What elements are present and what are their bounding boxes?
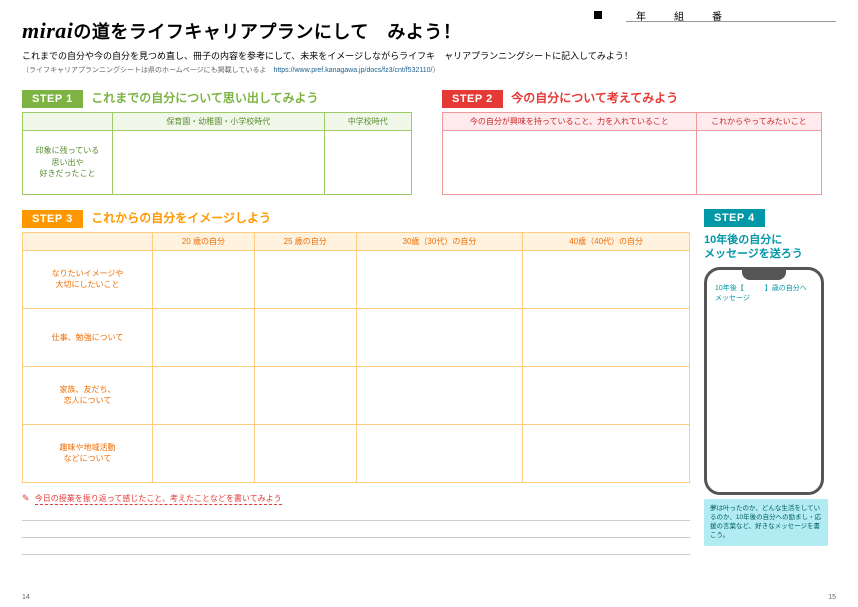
step3-badge: STEP 3 xyxy=(22,210,83,228)
step3-cell[interactable] xyxy=(523,250,690,308)
step1-cell[interactable] xyxy=(113,130,325,194)
step3-cell[interactable] xyxy=(254,250,356,308)
step2-cell[interactable] xyxy=(696,130,821,194)
step3-cell[interactable] xyxy=(254,424,356,482)
step2-table: 今の自分が興味を持っていること、力を入れていること これからやってみたいこと xyxy=(442,112,822,195)
step4-title: 10年後の自分にメッセージを送ろう xyxy=(704,233,836,262)
pencil-icon: ✎ xyxy=(22,493,30,503)
step3-cell[interactable] xyxy=(356,366,523,424)
grade-class-label: 組 xyxy=(674,8,684,23)
step4-section: STEP 4 10年後の自分にメッセージを送ろう 10年後【 】歳の自分へメッセ… xyxy=(704,209,836,555)
step3-row: 家族、友だち、恋人について xyxy=(23,366,153,424)
step3-cell[interactable] xyxy=(523,366,690,424)
step3-cell[interactable] xyxy=(153,424,255,482)
step2-title: 今の自分について考えてみよう xyxy=(511,91,678,105)
step2-col1: 今の自分が興味を持っていること、力を入れていること xyxy=(443,112,697,130)
grade-year-label: 年 xyxy=(636,8,646,23)
step3-cell[interactable] xyxy=(153,308,255,366)
reflection-prompt: 今日の授業を振り返って感じたこと、考えたことなどを書いてみよう xyxy=(35,494,282,505)
step1-col2: 中学校時代 xyxy=(324,112,411,130)
step3-col: 20 歳の自分 xyxy=(153,232,255,250)
ruled-line[interactable] xyxy=(22,507,690,521)
ruled-line[interactable] xyxy=(22,524,690,538)
step3-title: これからの自分をイメージしよう xyxy=(91,211,271,225)
title-rest: の道をライフキャリアプランにして みよう！ xyxy=(73,22,461,42)
step3-row: 仕事、勉強について xyxy=(23,308,153,366)
step3-table: 20 歳の自分 25 歳の自分 30歳（30代）の自分 40歳（40代）の自分 … xyxy=(22,232,690,483)
step1-col1: 保育園・幼稚園・小学校時代 xyxy=(113,112,325,130)
subnote-link[interactable]: https://www.pref.kanagawa.jp/docs/fz3/cn… xyxy=(273,67,432,74)
step1-table: 保育園・幼稚園・小学校時代 中学校時代 印象に残っている思い出や好きだったこと xyxy=(22,112,412,195)
page-number-left: 14 xyxy=(22,594,30,601)
subnote: （ライフキャリアプランニングシートは県のホームページにも掲載しているよ http… xyxy=(22,65,836,75)
step2-section: STEP 2 今の自分について考えてみよう 今の自分が興味を持っていること、力を… xyxy=(442,89,822,195)
subtitle: これまでの自分や今の自分を見つめ直し、冊子の内容を参考にして、未来をイメージしな… xyxy=(22,50,836,63)
step2-badge: STEP 2 xyxy=(442,90,503,108)
square-icon xyxy=(594,11,602,19)
step2-col2: これからやってみたいこと xyxy=(696,112,821,130)
step3-cell[interactable] xyxy=(153,366,255,424)
step3-cell[interactable] xyxy=(356,308,523,366)
step3-row: 趣味や地域活動などについて xyxy=(23,424,153,482)
step3-section: STEP 3 これからの自分をイメージしよう 20 歳の自分 25 歳の自分 3… xyxy=(22,209,690,555)
step3-cell[interactable] xyxy=(356,250,523,308)
step3-cell[interactable] xyxy=(254,366,356,424)
ruled-line[interactable] xyxy=(22,541,690,555)
step1-cell[interactable] xyxy=(324,130,411,194)
step3-col: 30歳（30代）の自分 xyxy=(356,232,523,250)
step1-section: STEP 1 これまでの自分について思い出してみよう 保育園・幼稚園・小学校時代… xyxy=(22,89,412,195)
step1-row1: 印象に残っている思い出や好きだったこと xyxy=(23,130,113,194)
step2-cell[interactable] xyxy=(443,130,697,194)
title-prefix: mirai xyxy=(22,18,73,43)
step3-col: 25 歳の自分 xyxy=(254,232,356,250)
page-number-right: 15 xyxy=(828,594,836,601)
step3-cell[interactable] xyxy=(254,308,356,366)
step4-note: 夢は叶ったのか、どんな生活をしているのか、10年後の自分への励まし・応援の言葉な… xyxy=(704,499,828,545)
header-fields: 年 組 番 xyxy=(594,8,836,22)
step3-row: なりたいイメージや大切にしたいこと xyxy=(23,250,153,308)
step3-col: 40歳（40代）の自分 xyxy=(523,232,690,250)
step1-badge: STEP 1 xyxy=(22,90,83,108)
phone-notch-icon xyxy=(742,270,786,280)
grade-number-label: 番 xyxy=(712,8,722,23)
phone-frame: 10年後【 】歳の自分へメッセージ xyxy=(704,267,824,495)
step3-cell[interactable] xyxy=(153,250,255,308)
step1-title: これまでの自分について思い出してみよう xyxy=(91,91,318,105)
step3-cell[interactable] xyxy=(356,424,523,482)
step3-cell[interactable] xyxy=(523,308,690,366)
step3-cell[interactable] xyxy=(523,424,690,482)
reflection-section: ✎ 今日の授業を振り返って感じたこと、考えたことなどを書いてみよう xyxy=(22,493,690,504)
step4-badge: STEP 4 xyxy=(704,209,765,227)
